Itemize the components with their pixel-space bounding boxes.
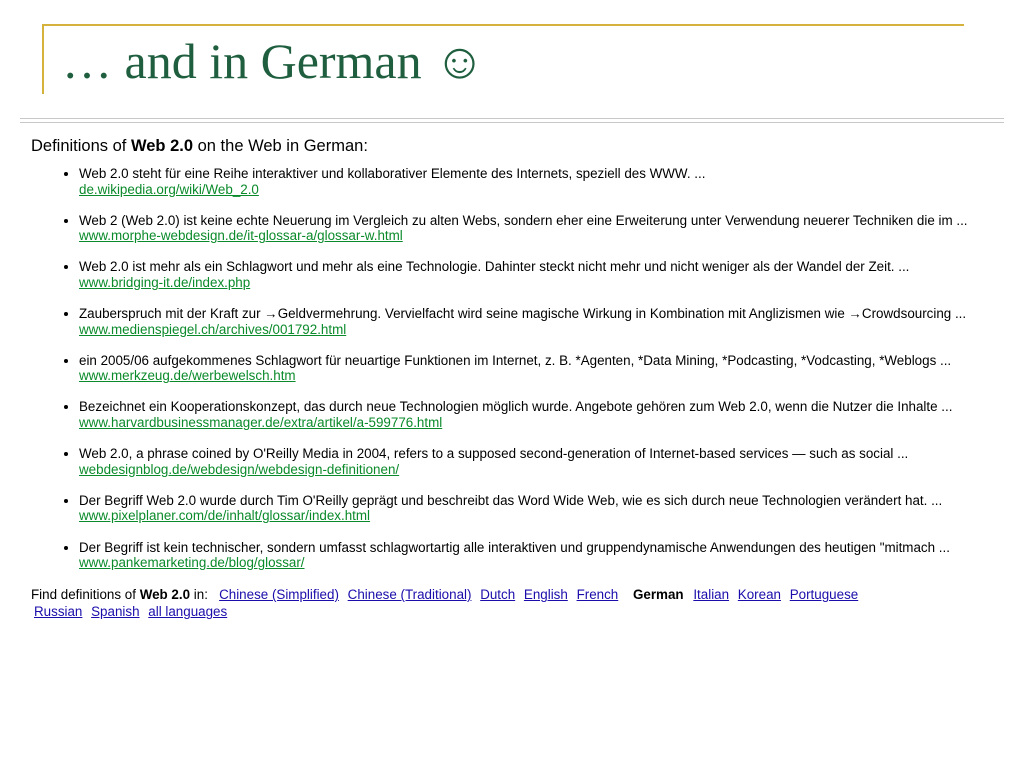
language-link-chinese-simplified[interactable]: Chinese (Simplified)	[219, 587, 339, 602]
definition-text: Der Begriff Web 2.0 wurde durch Tim O'Re…	[79, 492, 943, 508]
find-prefix-text: Find definitions of	[31, 587, 140, 603]
definition-item: Web 2.0 steht für eine Reihe interaktive…	[79, 166, 1006, 197]
language-link-french[interactable]: French	[577, 587, 619, 602]
definitions-panel: Definitions of Web 2.0 on the Web in Ger…	[31, 137, 1006, 620]
definition-text: Web 2.0 steht für eine Reihe interaktive…	[79, 166, 706, 181]
definition-text: Web 2.0, a phrase coined by O'Reilly Med…	[79, 446, 909, 462]
slide: … and in German ☺ Definitions of Web 2.0…	[0, 0, 1024, 768]
definition-item: Web 2.0, a phrase coined by O'Reilly Med…	[79, 446, 1006, 477]
definition-text: Der Begriff ist kein technischer, sonder…	[79, 539, 950, 555]
heading-prefix: Definitions of	[31, 137, 131, 155]
definition-source-link[interactable]: www.pixelplaner.com/de/inhalt/glossar/in…	[79, 508, 370, 523]
definition-item: Der Begriff ist kein technischer, sonder…	[79, 540, 1006, 571]
definition-source-link[interactable]: www.merkzeug.de/werbewelsch.htm	[79, 368, 296, 383]
definition-item: ein 2005/06 aufgekommenes Schlagwort für…	[79, 353, 1006, 384]
definitions-list: Web 2.0 steht für eine Reihe interaktive…	[31, 166, 1006, 571]
definition-text: ein 2005/06 aufgekommenes Schlagwort für…	[79, 352, 952, 368]
accent-line-left	[42, 24, 44, 94]
language-link-italian[interactable]: Italian	[693, 587, 729, 602]
definition-text: Bezeichnet ein Kooperationskonzept, das …	[79, 399, 953, 415]
definition-source-link[interactable]: www.harvardbusinessmanager.de/extra/arti…	[79, 415, 442, 430]
language-link-dutch[interactable]: Dutch	[480, 587, 515, 602]
definition-source-link[interactable]: www.bridging-it.de/index.php	[79, 275, 250, 290]
language-link-portuguese[interactable]: Portuguese	[790, 587, 859, 602]
find-term: Web 2.0	[139, 587, 191, 603]
definition-source-link[interactable]: www.medienspiegel.ch/archives/001792.htm…	[79, 322, 346, 337]
definition-item: Web 2.0 ist mehr als ein Schlagwort und …	[79, 259, 1006, 290]
language-current-german: German	[632, 587, 684, 603]
divider-line	[20, 118, 1004, 119]
smiley-icon: ☺	[434, 33, 486, 89]
language-link-russian[interactable]: Russian	[34, 604, 82, 619]
find-suffix-text: in:	[190, 587, 208, 603]
definitions-heading: Definitions of Web 2.0 on the Web in Ger…	[31, 137, 1006, 156]
definition-source-link[interactable]: www.pankemarketing.de/blog/glossar/	[79, 555, 305, 570]
language-link-english[interactable]: English	[524, 587, 568, 602]
slide-title: … and in German ☺	[62, 34, 485, 89]
definition-source-link[interactable]: webdesignblog.de/webdesign/webdesign-def…	[79, 462, 399, 477]
find-definitions-label: Find definitions of Web 2.0 in:	[31, 587, 208, 602]
language-link-spanish[interactable]: Spanish	[91, 604, 139, 619]
definition-item: Zauberspruch mit der Kraft zur →Geldverm…	[79, 306, 1006, 337]
definition-text: Web 2 (Web 2.0) ist keine echte Neuerung…	[79, 212, 968, 228]
divider-line	[20, 122, 1004, 123]
definition-item: Web 2 (Web 2.0) ist keine echte Neuerung…	[79, 213, 1006, 244]
find-definitions-languages: Find definitions of Web 2.0 in: Chinese …	[31, 586, 1006, 620]
accent-line-top	[42, 24, 964, 26]
language-link-all[interactable]: all languages	[148, 604, 227, 619]
definition-source-link[interactable]: www.morphe-webdesign.de/it-glossar-a/glo…	[79, 228, 403, 243]
definition-text: Zauberspruch mit der Kraft zur →Geldverm…	[79, 306, 967, 322]
definition-item: Bezeichnet ein Kooperationskonzept, das …	[79, 399, 1006, 430]
definition-text: Web 2.0 ist mehr als ein Schlagwort und …	[79, 259, 910, 275]
language-link-korean[interactable]: Korean	[738, 587, 781, 602]
heading-term: Web 2.0	[130, 137, 194, 155]
definition-item: Der Begriff Web 2.0 wurde durch Tim O'Re…	[79, 493, 1006, 524]
definition-source-link[interactable]: de.wikipedia.org/wiki/Web_2.0	[79, 182, 259, 197]
heading-suffix: on the Web in German:	[193, 137, 368, 155]
language-link-chinese-traditional[interactable]: Chinese (Traditional)	[348, 587, 472, 602]
slide-title-text: … and in German	[62, 33, 422, 89]
